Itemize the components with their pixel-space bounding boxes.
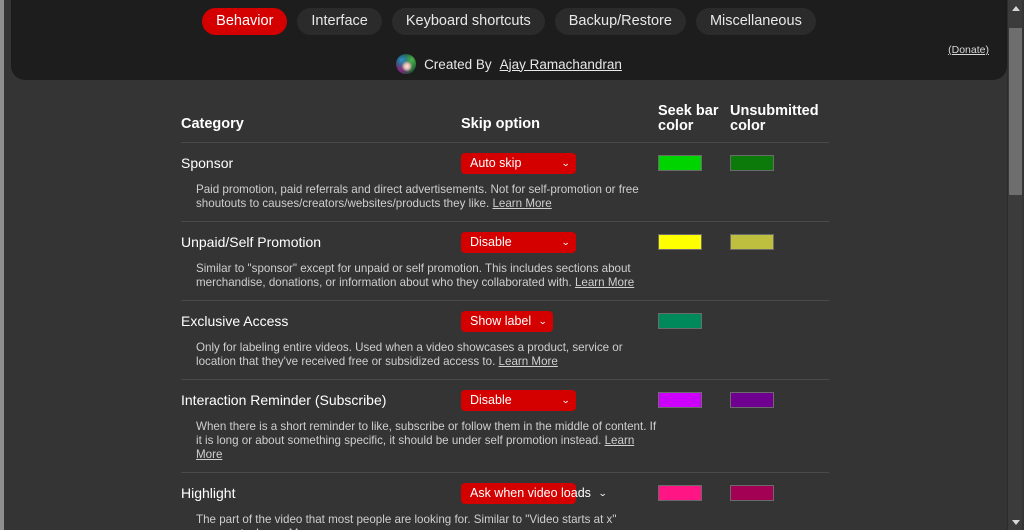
unsubmitted-color-swatch[interactable] — [730, 155, 774, 171]
table-row-main: Sponsor Auto skip ⌄ — [181, 143, 829, 181]
table-row-main: Highlight Ask when video loads ⌄ — [181, 473, 829, 511]
seek-bar-color-swatch[interactable] — [658, 234, 702, 250]
unsubmitted-color-swatch[interactable] — [730, 485, 774, 501]
credit-line: Created By Ajay Ramachandran — [11, 54, 1007, 74]
column-header-seek-bar-color: Seek bar color — [658, 103, 719, 134]
table-row-main: Interaction Reminder (Subscribe) Disable ⌄ — [181, 380, 829, 418]
behavior-settings-table: Category Skip option Seek bar color Unsu… — [181, 104, 829, 530]
table-header-row: Category Skip option Seek bar color Unsu… — [181, 104, 829, 142]
seek-bar-color-cell — [658, 313, 730, 329]
category-name: Interaction Reminder (Subscribe) — [181, 391, 387, 408]
skip-option-value: Show label — [470, 314, 532, 328]
learn-more-link[interactable]: Learn More — [492, 197, 551, 210]
table-row: Unpaid/Self Promotion Disable ⌄ Similar to … — [181, 221, 829, 300]
chevron-down-icon: ⌄ — [561, 157, 571, 168]
category-name: Unpaid/Self Promotion — [181, 233, 322, 250]
window-left-gutter — [4, 0, 9, 530]
unsubmitted-color-swatch[interactable] — [730, 392, 774, 408]
table-row-main: Exclusive Access Show label ⌄ — [181, 301, 829, 339]
column-header-skip-option: Skip option — [461, 116, 540, 132]
scroll-up-arrow-icon[interactable] — [1008, 1, 1023, 15]
credit-prefix: Created By — [424, 56, 492, 72]
skip-option-cell: Show label ⌄ — [461, 310, 658, 332]
category-description: Paid promotion, paid referrals and direc… — [181, 181, 659, 221]
chevron-down-icon: ⌄ — [561, 236, 571, 247]
seek-bar-color-cell — [658, 155, 730, 171]
credit-author-link[interactable]: Ajay Ramachandran — [500, 57, 622, 72]
category-description: Similar to "sponsor" except for unpaid o… — [181, 260, 659, 300]
table-body: Sponsor Auto skip ⌄ Paid promotion, paid re… — [181, 142, 829, 530]
app-window: Behavior Interface Keyboard shortcuts Backu… — [0, 0, 1024, 530]
seek-bar-color-swatch[interactable] — [658, 313, 702, 329]
seek-bar-color-cell — [658, 485, 730, 501]
header-panel: Behavior Interface Keyboard shortcuts Backu… — [11, 0, 1007, 80]
column-header-unsubmitted-color: Unsubmitted color — [730, 103, 819, 134]
donate-link[interactable]: (Donate) — [948, 44, 989, 56]
chevron-down-icon: ⌄ — [561, 394, 571, 405]
category-name: Highlight — [181, 484, 236, 501]
seek-bar-color-cell — [658, 392, 730, 408]
table-row: Exclusive Access Show label ⌄ Only for labe… — [181, 300, 829, 379]
skip-option-select[interactable]: Disable ⌄ — [461, 231, 576, 253]
tab-behavior[interactable]: Behavior — [202, 8, 288, 35]
seek-bar-color-swatch[interactable] — [658, 392, 702, 408]
skip-option-select[interactable]: Show label ⌄ — [461, 310, 553, 332]
skip-option-cell: Auto skip ⌄ — [461, 152, 658, 174]
learn-more-link[interactable]: Learn More — [499, 355, 558, 368]
vertical-scrollbar[interactable] — [1007, 0, 1022, 530]
unsubmitted-color-cell — [730, 155, 829, 171]
tab-interface[interactable]: Interface — [297, 8, 382, 35]
skip-option-cell: Ask when video loads ⌄ — [461, 482, 658, 504]
seek-bar-color-swatch[interactable] — [658, 485, 702, 501]
category-description-text: Similar to "sponsor" except for unpaid o… — [196, 262, 631, 289]
tab-keyboard-shortcuts[interactable]: Keyboard shortcuts — [391, 8, 545, 35]
category-name: Exclusive Access — [181, 312, 289, 329]
chevron-down-icon: ⌄ — [597, 487, 608, 498]
skip-option-select[interactable]: Disable ⌄ — [461, 389, 576, 411]
category-description-text: Paid promotion, paid referrals and direc… — [196, 183, 639, 210]
skip-option-value: Disable — [470, 393, 512, 407]
sponsorblock-logo-icon — [396, 54, 417, 74]
table-row-main: Unpaid/Self Promotion Disable ⌄ — [181, 222, 829, 260]
skip-option-select[interactable]: Auto skip ⌄ — [461, 152, 576, 174]
learn-more-link[interactable]: Learn More — [575, 276, 634, 289]
skip-option-cell: Disable ⌄ — [461, 231, 658, 253]
seek-bar-color-cell — [658, 234, 730, 250]
skip-option-select[interactable]: Ask when video loads ⌄ — [461, 482, 607, 504]
skip-option-value: Disable — [470, 235, 512, 249]
scrollbar-thumb[interactable] — [1009, 28, 1022, 195]
category-description-text: When there is a short reminder to like, … — [196, 420, 657, 447]
table-row: Sponsor Auto skip ⌄ Paid promotion, paid re… — [181, 142, 829, 221]
tab-backup-restore[interactable]: Backup/Restore — [554, 8, 686, 35]
tab-miscellaneous[interactable]: Miscellaneous — [695, 8, 816, 35]
category-description: Only for labeling entire videos. Used wh… — [181, 339, 659, 379]
unsubmitted-color-cell — [730, 392, 829, 408]
unsubmitted-color-cell — [730, 485, 829, 501]
chevron-down-icon: ⌄ — [538, 315, 548, 326]
category-description-text: Only for labeling entire videos. Used wh… — [196, 341, 623, 368]
unsubmitted-color-swatch[interactable] — [730, 234, 774, 250]
tab-bar: Behavior Interface Keyboard shortcuts Backu… — [11, 8, 1007, 35]
seek-bar-color-swatch[interactable] — [658, 155, 702, 171]
table-row: Interaction Reminder (Subscribe) Disable ⌄… — [181, 379, 829, 472]
skip-option-value: Ask when video loads — [470, 486, 591, 500]
skip-option-cell: Disable ⌄ — [461, 389, 658, 411]
column-header-category: Category — [181, 116, 244, 132]
unsubmitted-color-cell — [730, 234, 829, 250]
skip-option-value: Auto skip — [470, 156, 522, 170]
category-description: When there is a short reminder to like, … — [181, 418, 659, 472]
table-row: Highlight Ask when video loads ⌄ The part o… — [181, 472, 829, 530]
category-name: Sponsor — [181, 154, 234, 171]
scroll-down-arrow-icon[interactable] — [1008, 515, 1023, 529]
category-description: The part of the video that most people a… — [181, 511, 659, 530]
